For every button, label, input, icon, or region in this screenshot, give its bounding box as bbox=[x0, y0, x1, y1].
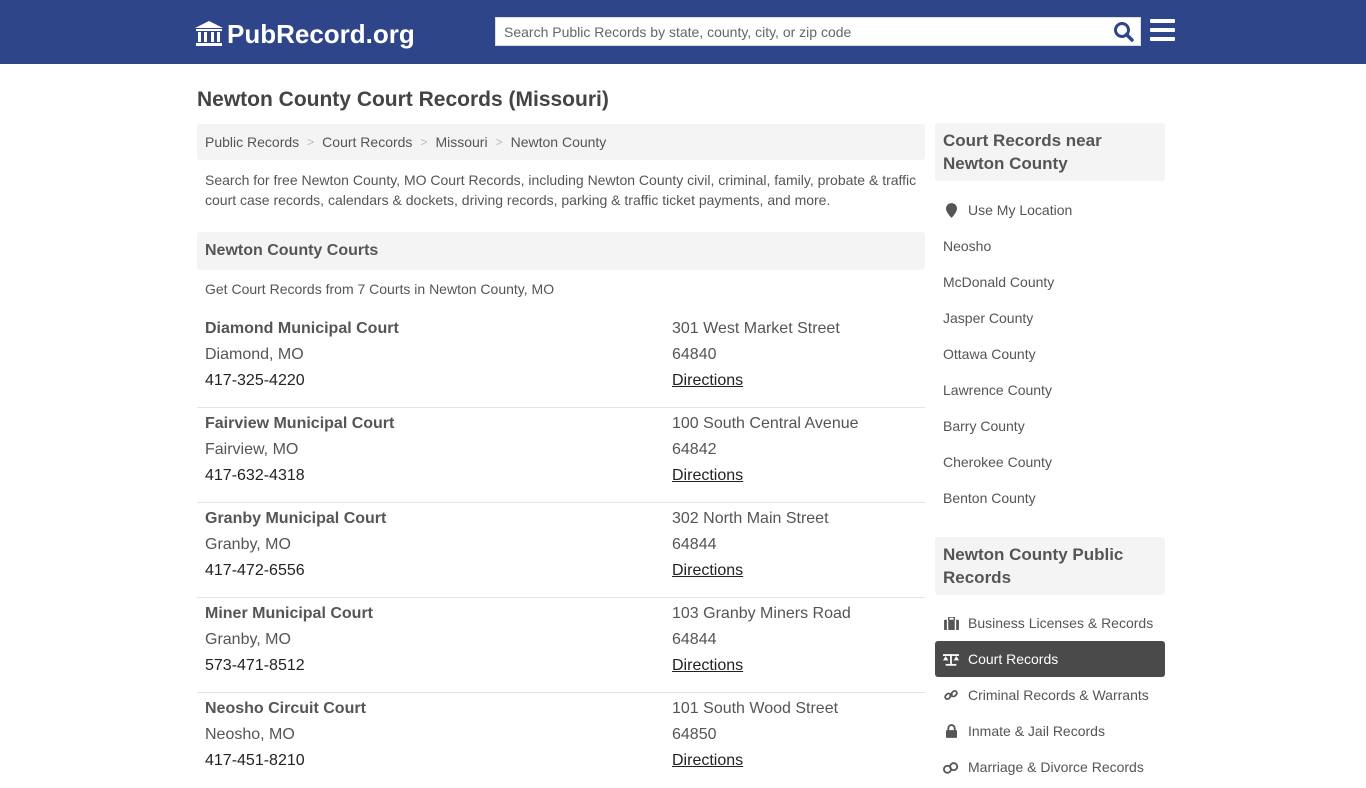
court-name[interactable]: Granby Municipal Court bbox=[205, 509, 386, 535]
court-phone[interactable]: 417-451-8210 bbox=[205, 751, 366, 777]
court-item: Neosho Circuit Court Neosho, MO 417-451-… bbox=[197, 693, 925, 788]
briefcase-icon bbox=[943, 615, 959, 631]
court-item: Diamond Municipal Court Diamond, MO 417-… bbox=[197, 313, 925, 408]
nearby-item[interactable]: Jasper County bbox=[935, 300, 1165, 336]
nearby-item[interactable]: Benton County bbox=[935, 480, 1165, 516]
court-zip: 64844 bbox=[672, 536, 717, 553]
court-city: Granby, MO bbox=[205, 536, 291, 553]
court-item: Fairview Municipal Court Fairview, MO 41… bbox=[197, 408, 925, 503]
search-input[interactable] bbox=[496, 18, 1096, 45]
directions-link[interactable]: Directions bbox=[672, 467, 743, 484]
nearby-item[interactable]: Barry County bbox=[935, 408, 1165, 444]
court-zip: 64842 bbox=[672, 441, 717, 458]
court-address: 101 South Wood Street bbox=[672, 700, 839, 717]
nearby-item[interactable]: Neosho bbox=[935, 228, 1165, 264]
court-address: 103 Granby Miners Road bbox=[672, 605, 851, 622]
directions-link[interactable]: Directions bbox=[672, 562, 743, 579]
breadcrumb-separator: > bbox=[495, 135, 503, 149]
hamburger-menu-icon[interactable] bbox=[1150, 19, 1175, 43]
top-navbar: PubRecord.org bbox=[0, 0, 1366, 64]
court-phone[interactable]: 417-472-6556 bbox=[205, 561, 386, 587]
breadcrumb-separator: > bbox=[420, 135, 428, 149]
scale-icon bbox=[943, 651, 959, 667]
nearby-item[interactable]: McDonald County bbox=[935, 264, 1165, 300]
court-city: Neosho, MO bbox=[205, 726, 295, 743]
sidebar-item-label: Criminal Records & Warrants bbox=[968, 687, 1149, 703]
sidebar-item-label: Court Records bbox=[968, 651, 1059, 667]
public-records-list: Business Licenses & Records Court Record… bbox=[935, 605, 1165, 785]
nearby-item[interactable]: Lawrence County bbox=[935, 372, 1165, 408]
directions-link[interactable]: Directions bbox=[672, 657, 743, 674]
sidebar-item-inmate-records[interactable]: Inmate & Jail Records bbox=[935, 713, 1165, 749]
use-my-location[interactable]: Use My Location bbox=[935, 192, 1165, 228]
court-phone[interactable]: 417-325-4220 bbox=[205, 371, 399, 397]
court-city: Granby, MO bbox=[205, 631, 291, 648]
search-button[interactable] bbox=[1112, 21, 1136, 43]
public-records-section-title: Newton County Public Records bbox=[935, 537, 1165, 595]
map-marker-icon bbox=[943, 202, 959, 218]
courthouse-icon bbox=[195, 21, 223, 46]
intro-text: Search for free Newton County, MO Court … bbox=[205, 172, 917, 208]
court-item: Miner Municipal Court Granby, MO 573-471… bbox=[197, 598, 925, 693]
nearby-section-title: Court Records near Newton County bbox=[935, 123, 1165, 181]
court-phone[interactable]: 417-632-4318 bbox=[205, 466, 394, 492]
court-zip: 64844 bbox=[672, 631, 717, 648]
rings-icon bbox=[943, 759, 959, 775]
sidebar-item-court-records[interactable]: Court Records bbox=[935, 641, 1165, 677]
breadcrumb-newton-county[interactable]: Newton County bbox=[511, 134, 607, 150]
breadcrumb: Public Records > Court Records > Missour… bbox=[197, 124, 925, 160]
court-address: 302 North Main Street bbox=[672, 510, 829, 527]
court-zip: 64850 bbox=[672, 726, 717, 743]
court-city: Fairview, MO bbox=[205, 441, 299, 458]
court-name[interactable]: Neosho Circuit Court bbox=[205, 699, 366, 725]
court-name[interactable]: Fairview Municipal Court bbox=[205, 414, 394, 440]
link-icon bbox=[943, 687, 959, 703]
court-phone[interactable]: 573-471-8512 bbox=[205, 656, 373, 682]
lock-icon bbox=[943, 723, 959, 739]
court-city: Diamond, MO bbox=[205, 346, 304, 363]
court-name[interactable]: Diamond Municipal Court bbox=[205, 319, 399, 345]
use-location-label: Use My Location bbox=[968, 202, 1073, 218]
court-address: 100 South Central Avenue bbox=[672, 415, 859, 432]
search-icon bbox=[1114, 22, 1134, 42]
logo-text: PubRecord.org bbox=[227, 18, 415, 49]
sidebar-item-marriage-records[interactable]: Marriage & Divorce Records bbox=[935, 749, 1165, 785]
breadcrumb-court-records[interactable]: Court Records bbox=[322, 134, 412, 150]
sidebar-item-business-licenses[interactable]: Business Licenses & Records bbox=[935, 605, 1165, 641]
page-title: Newton County Court Records (Missouri) bbox=[197, 88, 609, 111]
sidebar-item-label: Business Licenses & Records bbox=[968, 615, 1154, 631]
court-address: 301 West Market Street bbox=[672, 320, 840, 337]
courts-section-title: Newton County Courts bbox=[197, 232, 925, 270]
courts-list: Diamond Municipal Court Diamond, MO 417-… bbox=[197, 313, 925, 788]
court-zip: 64840 bbox=[672, 346, 717, 363]
breadcrumb-separator: > bbox=[307, 135, 315, 149]
search-box bbox=[495, 17, 1141, 46]
directions-link[interactable]: Directions bbox=[672, 372, 743, 389]
breadcrumb-public-records[interactable]: Public Records bbox=[205, 134, 299, 150]
nearby-item[interactable]: Cherokee County bbox=[935, 444, 1165, 480]
directions-link[interactable]: Directions bbox=[672, 752, 743, 769]
breadcrumb-missouri[interactable]: Missouri bbox=[435, 134, 487, 150]
sidebar-item-criminal-records[interactable]: Criminal Records & Warrants bbox=[935, 677, 1165, 713]
site-logo[interactable]: PubRecord.org bbox=[195, 18, 415, 50]
court-name[interactable]: Miner Municipal Court bbox=[205, 604, 373, 630]
sidebar-item-label: Marriage & Divorce Records bbox=[968, 759, 1144, 775]
nearby-list: Use My Location Neosho McDonald County J… bbox=[935, 192, 1165, 516]
court-item: Granby Municipal Court Granby, MO 417-47… bbox=[197, 503, 925, 598]
sidebar-item-label: Inmate & Jail Records bbox=[968, 723, 1105, 739]
courts-subtitle: Get Court Records from 7 Courts in Newto… bbox=[205, 281, 555, 297]
nearby-item[interactable]: Ottawa County bbox=[935, 336, 1165, 372]
